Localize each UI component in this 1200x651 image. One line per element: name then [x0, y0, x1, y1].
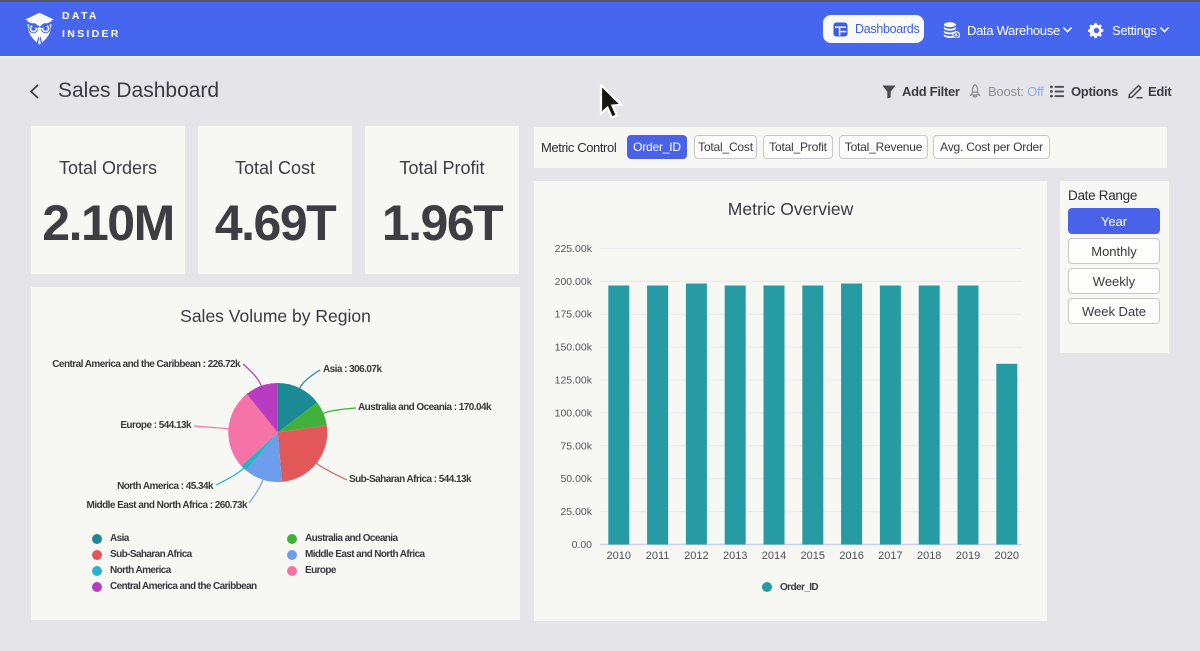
- svg-text:200.00k: 200.00k: [555, 276, 593, 288]
- svg-text:50.00k: 50.00k: [560, 473, 592, 485]
- svg-text:2013: 2013: [723, 550, 747, 562]
- svg-text:100.00k: 100.00k: [555, 407, 593, 419]
- svg-text:2018: 2018: [917, 550, 941, 562]
- svg-text:2019: 2019: [956, 550, 980, 562]
- svg-text:225.00k: 225.00k: [555, 243, 593, 255]
- svg-text:75.00k: 75.00k: [560, 440, 592, 452]
- svg-text:2017: 2017: [878, 550, 902, 562]
- svg-text:2012: 2012: [684, 550, 708, 562]
- svg-text:25.00k: 25.00k: [560, 506, 592, 518]
- svg-text:175.00k: 175.00k: [555, 309, 593, 321]
- svg-text:0.00: 0.00: [572, 539, 593, 551]
- svg-text:2011: 2011: [646, 550, 670, 562]
- svg-text:150.00k: 150.00k: [555, 342, 593, 354]
- svg-text:2015: 2015: [801, 550, 825, 562]
- svg-text:2014: 2014: [762, 550, 786, 562]
- svg-text:125.00k: 125.00k: [555, 375, 593, 387]
- svg-text:2016: 2016: [839, 550, 863, 562]
- svg-text:2020: 2020: [995, 550, 1019, 562]
- svg-text:2010: 2010: [607, 550, 631, 562]
